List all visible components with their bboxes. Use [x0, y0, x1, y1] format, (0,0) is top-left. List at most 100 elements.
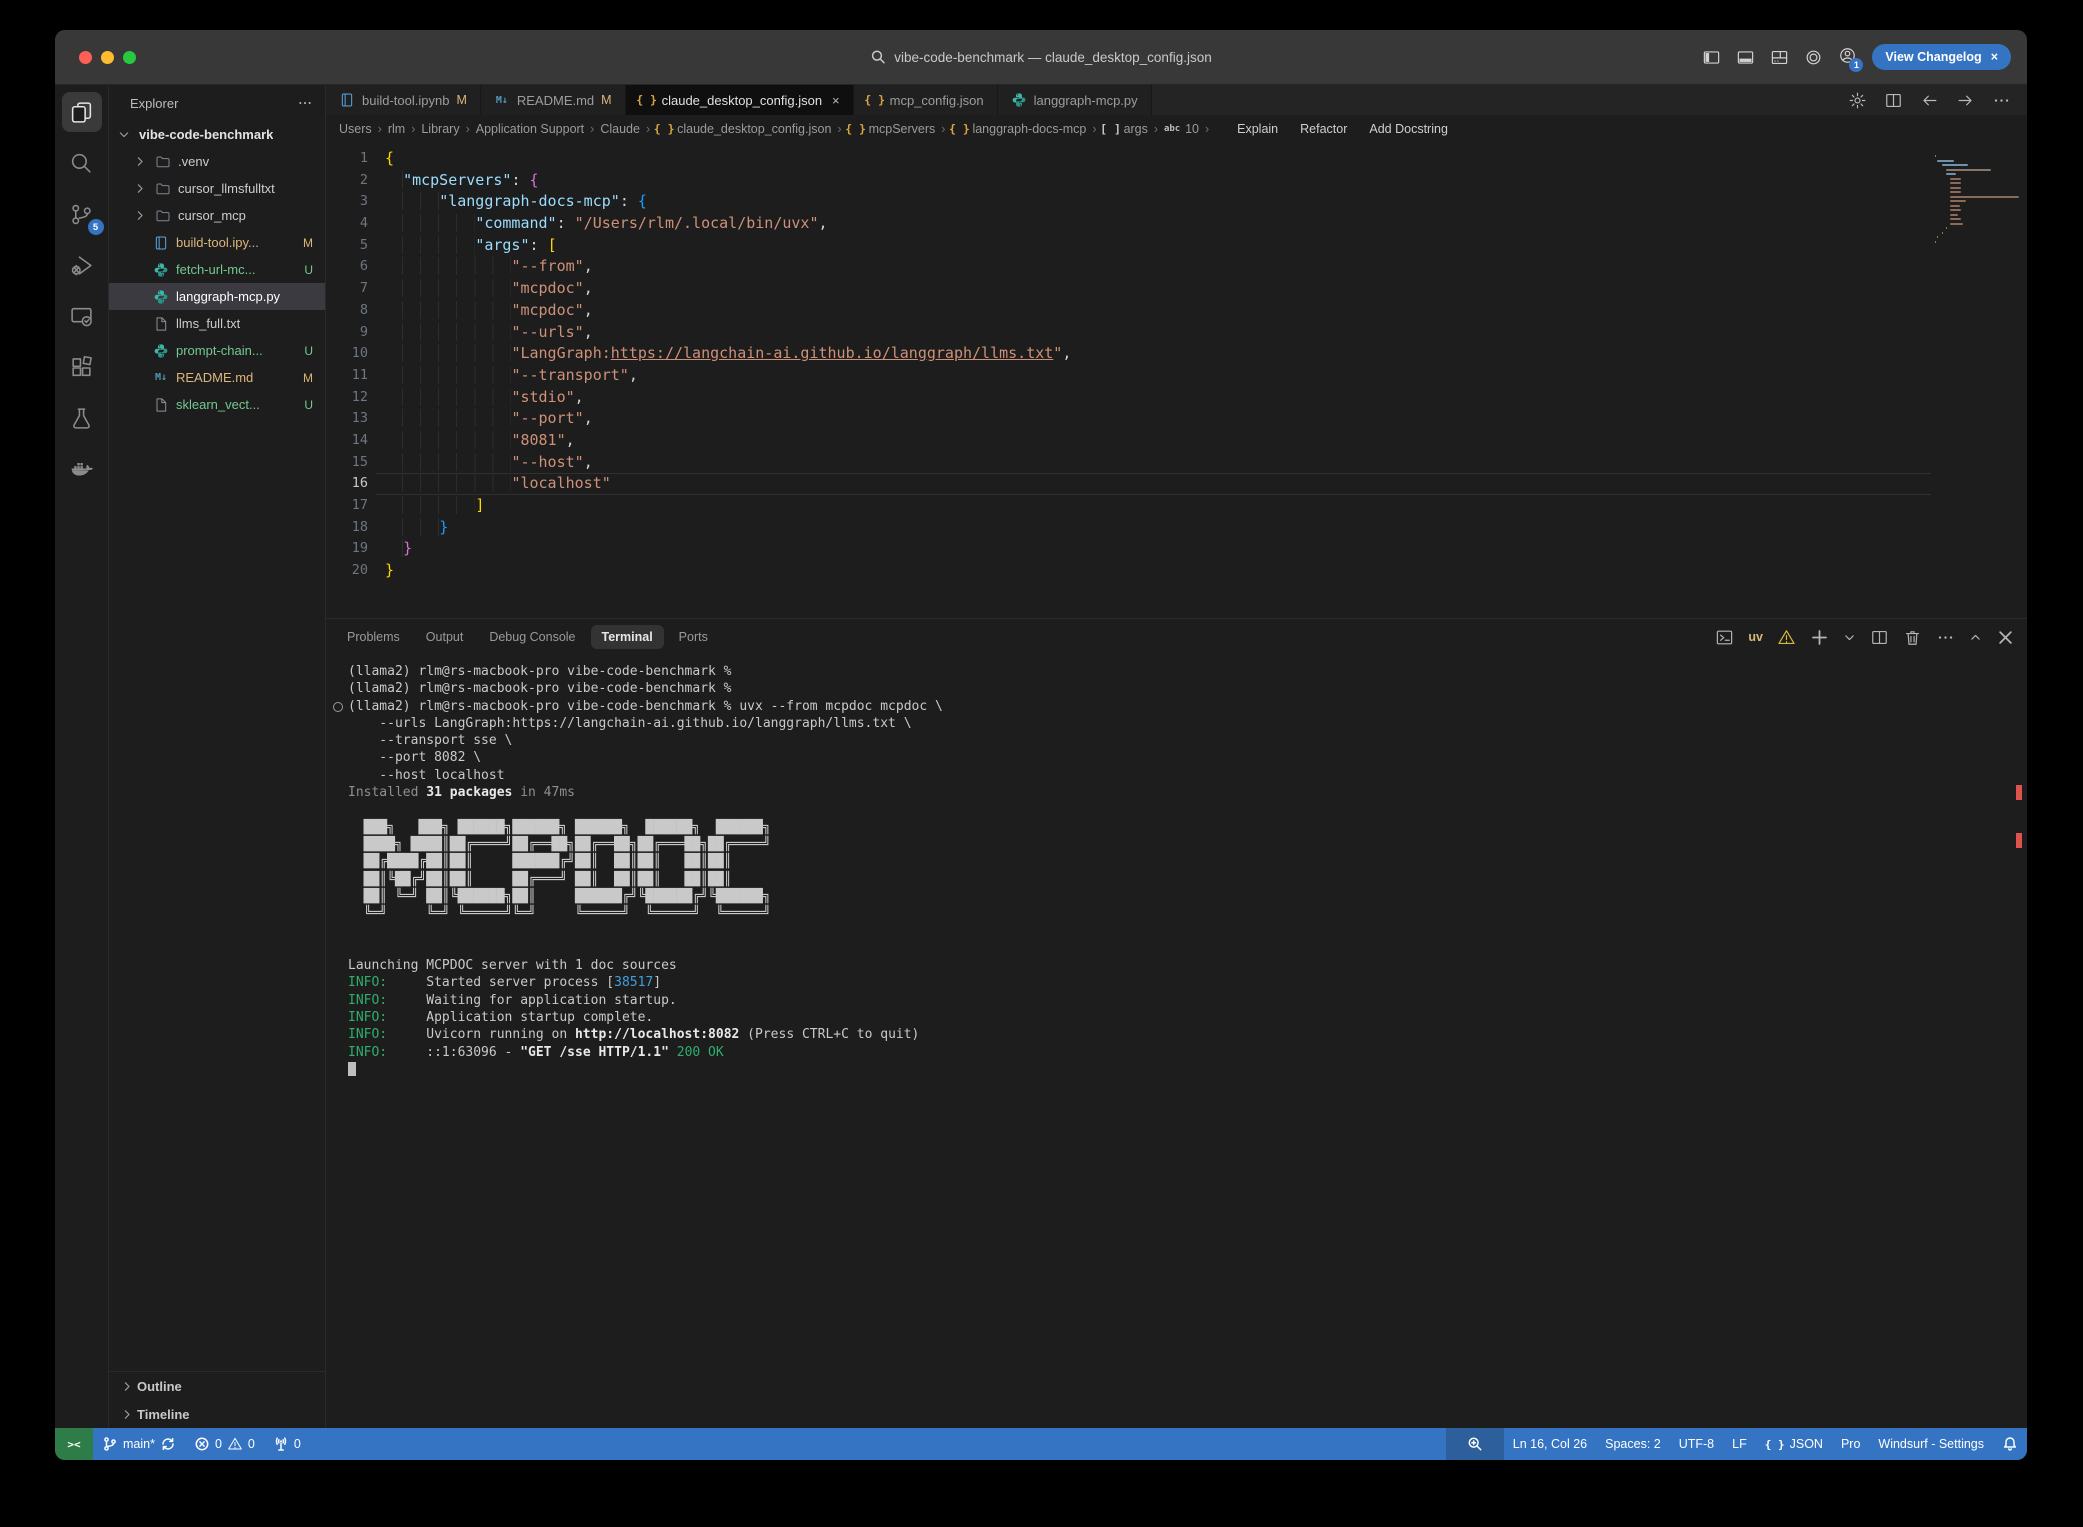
kill-terminal-icon[interactable]: [1903, 628, 1922, 647]
terminal-line: --port 8082 \: [348, 749, 1997, 766]
breadcrumb-item-application-support[interactable]: Application Support: [476, 122, 584, 136]
tree-item-langgraph-mcp-py[interactable]: langgraph-mcp.py: [109, 283, 325, 310]
git-branch-item[interactable]: main*: [93, 1428, 185, 1460]
breadcrumb-item-langgraph-docs-mcp[interactable]: { }langgraph-docs-mcp: [951, 121, 1086, 137]
zoom-indicator[interactable]: [1446, 1428, 1504, 1460]
more-actions-icon[interactable]: [1992, 91, 2011, 110]
panel-tab-problems[interactable]: Problems: [336, 625, 411, 649]
close-window-button[interactable]: [79, 51, 92, 64]
notifications-item[interactable]: [1993, 1428, 2027, 1460]
panel-tab-debug-console[interactable]: Debug Console: [478, 625, 586, 649]
toggle-panel-icon[interactable]: [1736, 48, 1755, 67]
changelog-close-icon[interactable]: ×: [1991, 50, 1998, 64]
cursor-position-item[interactable]: Ln 16, Col 26: [1504, 1428, 1596, 1460]
outline-section[interactable]: Outline: [109, 1372, 325, 1400]
remote-indicator[interactable]: ><: [55, 1428, 93, 1460]
minimize-window-button[interactable]: [101, 51, 114, 64]
close-panel-icon[interactable]: [1996, 628, 2015, 647]
eol-item[interactable]: LF: [1723, 1428, 1756, 1460]
tree-item-label: fetch-url-mc...: [176, 262, 255, 277]
new-terminal-icon[interactable]: [1810, 628, 1829, 647]
sidebar-item-explorer[interactable]: [62, 92, 102, 132]
account-button[interactable]: 1: [1838, 46, 1857, 68]
app-settings-item[interactable]: Windsurf - Settings: [1869, 1428, 1993, 1460]
sidebar-item-remote-explorer[interactable]: [62, 296, 102, 336]
panel-tab-terminal[interactable]: Terminal: [591, 625, 664, 649]
maximize-window-button[interactable]: [123, 51, 136, 64]
sidebar-item-extensions[interactable]: [62, 347, 102, 387]
sidebar-item-testing[interactable]: [62, 398, 102, 438]
plan-item[interactable]: Pro: [1832, 1428, 1869, 1460]
breadcrumb-item-args[interactable]: [ ]args: [1103, 121, 1148, 137]
tree-item-build-tool-ipy-[interactable]: build-tool.ipy...M: [109, 229, 325, 256]
language-mode-item[interactable]: { } JSON: [1756, 1428, 1832, 1460]
terminal-line: Installed 31 packages in 47ms: [348, 784, 1997, 801]
tree-item-sklearn-vect-[interactable]: sklearn_vect...U: [109, 391, 325, 418]
terminal-dropdown-icon[interactable]: [1843, 631, 1856, 644]
toggle-sidebar-icon[interactable]: [1702, 48, 1721, 67]
tab-langgraph-mcp-py[interactable]: langgraph-mcp.py: [998, 85, 1152, 115]
editor-action-refactor[interactable]: Refactor: [1300, 122, 1347, 136]
breadcrumb-item-mcpservers[interactable]: { }mcpServers: [848, 121, 936, 137]
tab-readme-md[interactable]: M↓README.mdM: [481, 85, 626, 115]
code-editor[interactable]: 1{2 "mcpServers": {3 "langgraph-docs-mcp…: [326, 143, 2027, 618]
encoding-item[interactable]: UTF-8: [1670, 1428, 1723, 1460]
tree-item-readme-md[interactable]: M↓README.mdM: [109, 364, 325, 391]
sidebar-item-run-debug[interactable]: [62, 245, 102, 285]
tree-item-cursor-llmsfulltxt[interactable]: cursor_llmsfulltxt: [109, 175, 325, 202]
split-editor-icon[interactable]: [1884, 91, 1903, 110]
git-branch-label: main*: [123, 1437, 155, 1451]
navigate-forward-icon[interactable]: [1956, 91, 1975, 110]
sidebar-item-search[interactable]: [62, 143, 102, 183]
breadcrumb-item-10[interactable]: abc10: [1164, 121, 1199, 137]
line-number: 5: [326, 235, 368, 257]
panel-tab-output[interactable]: Output: [415, 625, 475, 649]
sidebar-item-source-control[interactable]: 5: [62, 194, 102, 234]
terminal-line: INFO: Started server process [38517]: [348, 974, 1997, 991]
panel-tab-ports[interactable]: Ports: [668, 625, 719, 649]
sync-icon[interactable]: [160, 1436, 176, 1452]
sidebar-item-docker[interactable]: [62, 449, 102, 489]
breadcrumb-item-claude-desktop-config-json[interactable]: { }claude_desktop_config.json: [656, 121, 831, 137]
git-branch-icon: [102, 1436, 118, 1452]
minimap[interactable]: [1931, 143, 2027, 618]
breadcrumb-item-claude[interactable]: Claude: [600, 122, 640, 136]
view-changelog-button[interactable]: View Changelog ×: [1872, 44, 2011, 70]
breadcrumb-item-library[interactable]: Library: [421, 122, 459, 136]
navigate-back-icon[interactable]: [1920, 91, 1939, 110]
timeline-section[interactable]: Timeline: [109, 1400, 325, 1428]
panel-more-icon[interactable]: [1936, 628, 1955, 647]
tab-close-icon[interactable]: ×: [832, 93, 840, 108]
ports-item[interactable]: 0: [264, 1428, 310, 1460]
app-window: vibe-code-benchmark — claude_desktop_con…: [55, 30, 2027, 1460]
tree-root-vibe-code-benchmark[interactable]: vibe-code-benchmark: [109, 121, 325, 148]
indentation-item[interactable]: Spaces: 2: [1596, 1428, 1670, 1460]
problems-item[interactable]: 0 0: [185, 1428, 264, 1460]
editor-action-add-docstring[interactable]: Add Docstring: [1369, 122, 1448, 136]
tree-item-fetch-url-mc-[interactable]: fetch-url-mc...U: [109, 256, 325, 283]
tab-build-tool-ipynb[interactable]: build-tool.ipynbM: [326, 85, 481, 115]
code-line-10: 10 "LangGraph:https://langchain-ai.githu…: [326, 343, 1931, 365]
window-title-area[interactable]: vibe-code-benchmark — claude_desktop_con…: [870, 49, 1211, 65]
explorer-more-actions-icon[interactable]: [297, 95, 313, 111]
breadcrumb-item-rlm[interactable]: rlm: [388, 122, 405, 136]
assistant-icon[interactable]: [1804, 48, 1823, 67]
tab-claude-desktop-config-json[interactable]: { }claude_desktop_config.json×: [626, 85, 854, 115]
line-number: 11: [326, 365, 368, 387]
command-decoration-icon[interactable]: [333, 702, 343, 712]
tree-item-cursor-mcp[interactable]: cursor_mcp: [109, 202, 325, 229]
maximize-panel-icon[interactable]: [1969, 631, 1982, 644]
terminal-output[interactable]: (llama2) rlm@rs-macbook-pro vibe-code-be…: [326, 655, 2027, 1428]
tree-item-llms-full-txt[interactable]: llms_full.txt: [109, 310, 325, 337]
breadcrumb-item-users[interactable]: Users: [339, 122, 372, 136]
tree-item-prompt-chain-[interactable]: prompt-chain...U: [109, 337, 325, 364]
tab-mcp-config-json[interactable]: { }mcp_config.json: [854, 85, 998, 115]
customize-layout-icon[interactable]: [1770, 48, 1789, 67]
split-terminal-icon[interactable]: [1870, 628, 1889, 647]
code-line-11: 11 "--transport",: [326, 365, 1931, 387]
tree-item--venv[interactable]: .venv: [109, 148, 325, 175]
terminal-shell-label[interactable]: uv: [1748, 630, 1763, 644]
editor-action-explain[interactable]: Explain: [1237, 122, 1278, 136]
code-line-12: 12 "stdio",: [326, 387, 1931, 409]
gear-icon[interactable]: [1848, 91, 1867, 110]
